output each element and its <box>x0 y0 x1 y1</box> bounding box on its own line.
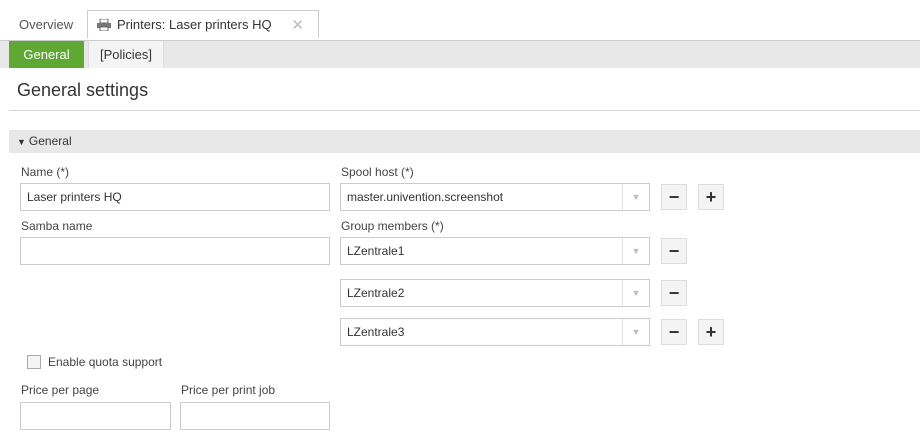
chevron-down-icon[interactable]: ▼ <box>622 238 649 264</box>
spool-host-select[interactable]: master.univention.screenshot ▼ <box>340 183 650 211</box>
subtab-policies[interactable]: [Policies] <box>88 41 164 68</box>
price-per-page-field[interactable] <box>20 402 171 430</box>
section-header-general[interactable]: ▼ General <box>9 130 920 153</box>
subtab-bar: General [Policies] <box>0 40 920 68</box>
add-spool-host-button[interactable]: + <box>698 184 724 210</box>
page-title: General settings <box>17 80 149 100</box>
section-title: General <box>28 134 72 148</box>
price-per-job-label: Price per print job <box>181 383 276 397</box>
tab-printer[interactable]: Printers: Laser printers HQ ✕ <box>87 10 319 38</box>
tab-bar: Overview Printers: Laser printers HQ ✕ <box>0 0 920 40</box>
remove-group-member-button[interactable]: − <box>661 319 687 345</box>
price-per-page-label: Price per page <box>21 383 100 397</box>
spool-host-value: master.univention.screenshot <box>347 190 504 204</box>
samba-name-label: Samba name <box>21 219 93 233</box>
tab-overview[interactable]: Overview <box>15 10 77 38</box>
divider <box>9 110 920 111</box>
quota-label: Enable quota support <box>48 355 163 369</box>
group-member-value: LZentrale3 <box>347 325 405 339</box>
tab-printer-label: Printers: Laser printers HQ <box>117 17 272 32</box>
chevron-down-icon[interactable]: ▼ <box>622 280 649 306</box>
samba-name-field[interactable] <box>20 237 330 265</box>
group-member-select-3[interactable]: LZentrale3 ▼ <box>340 318 650 346</box>
name-label: Name (*) <box>21 165 70 179</box>
group-member-value: LZentrale1 <box>347 244 405 258</box>
caret-down-icon: ▼ <box>17 137 26 147</box>
remove-group-member-button[interactable]: − <box>661 280 687 306</box>
remove-group-member-button[interactable]: − <box>661 238 687 264</box>
subtab-general[interactable]: General <box>9 41 84 68</box>
printer-icon <box>97 18 111 31</box>
group-members-label: Group members (*) <box>341 219 444 233</box>
group-member-value: LZentrale2 <box>347 286 405 300</box>
chevron-down-icon[interactable]: ▼ <box>622 184 649 210</box>
group-member-select-2[interactable]: LZentrale2 ▼ <box>340 279 650 307</box>
chevron-down-icon[interactable]: ▼ <box>622 319 649 345</box>
add-group-member-button[interactable]: + <box>698 319 724 345</box>
quota-checkbox[interactable] <box>27 355 41 369</box>
price-per-job-field[interactable] <box>180 402 330 430</box>
remove-spool-host-button[interactable]: − <box>661 184 687 210</box>
name-field[interactable]: Laser printers HQ <box>20 183 330 211</box>
group-member-select-1[interactable]: LZentrale1 ▼ <box>340 237 650 265</box>
spool-host-label: Spool host (*) <box>341 165 414 179</box>
close-icon[interactable]: ✕ <box>291 16 304 34</box>
